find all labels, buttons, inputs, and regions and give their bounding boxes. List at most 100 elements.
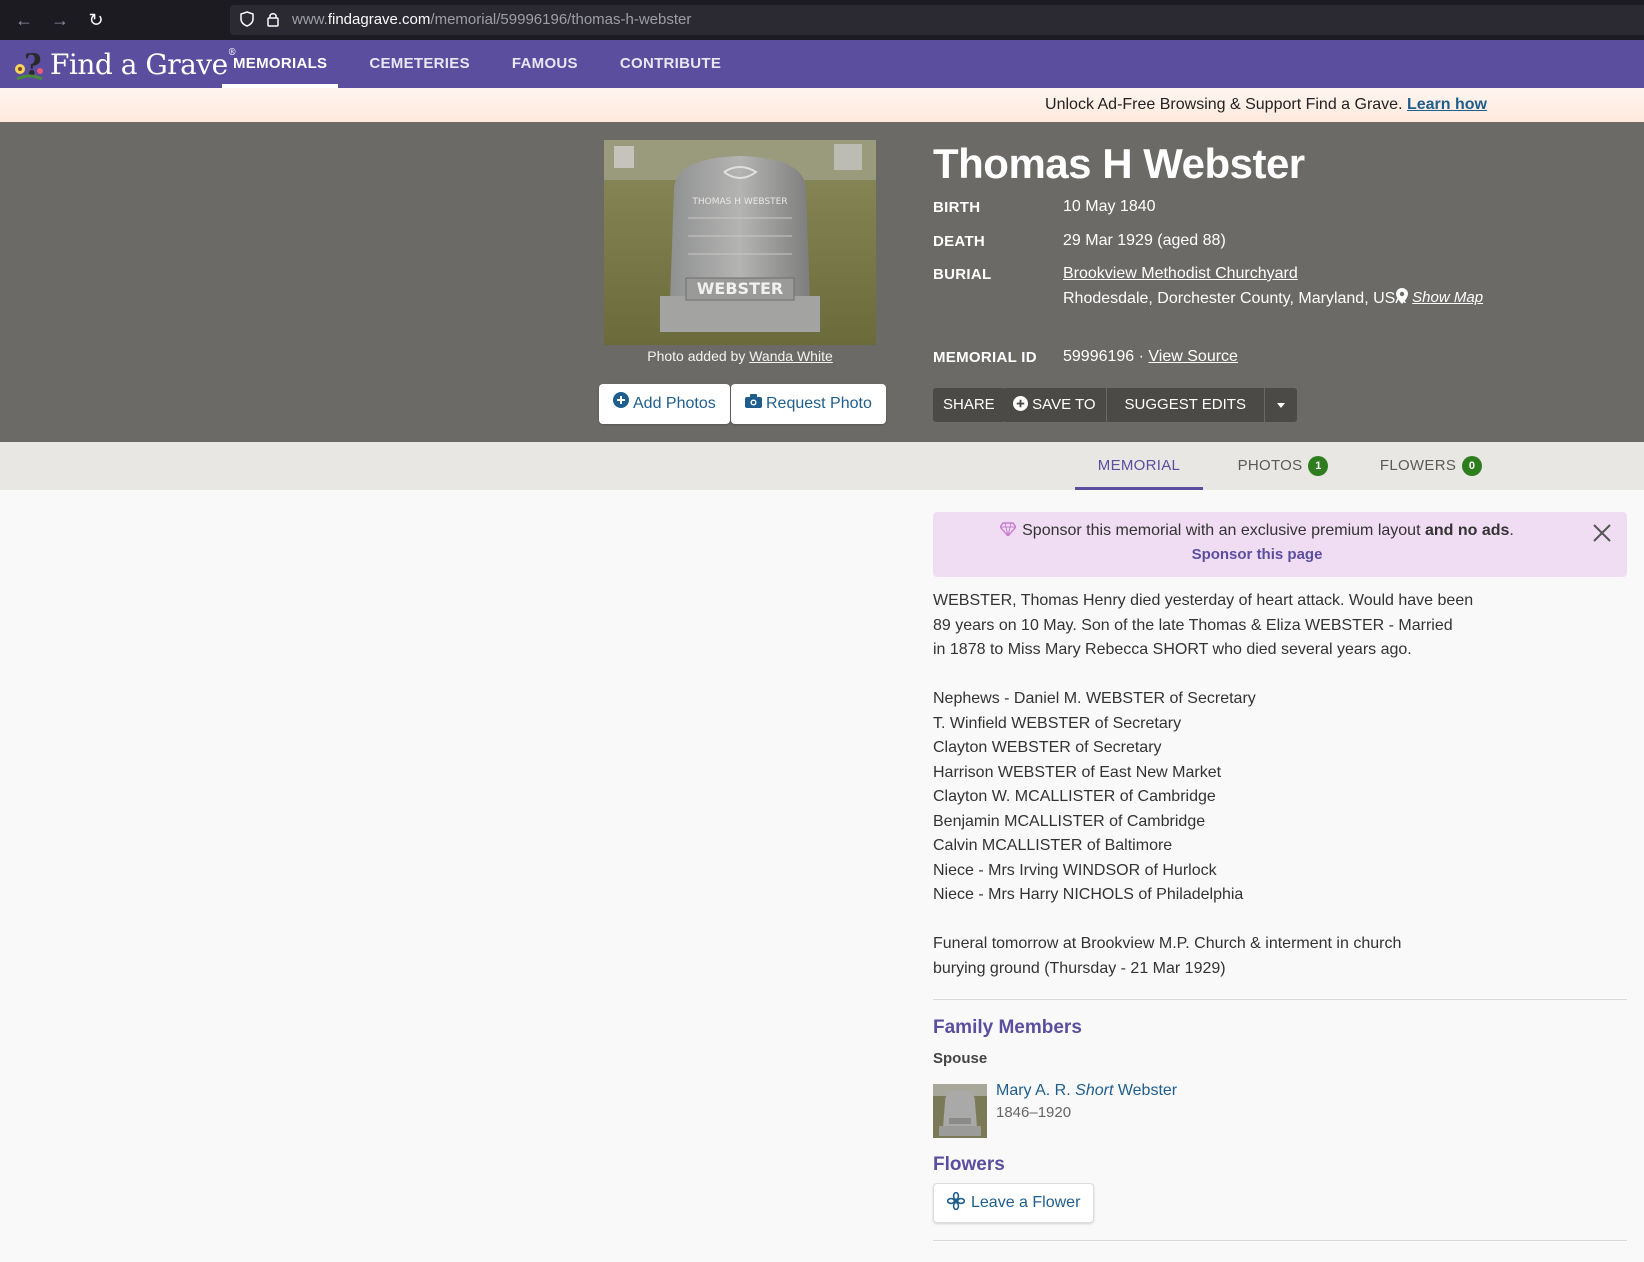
bio-line: Calvin MCALLISTER of Baltimore	[933, 837, 1173, 854]
bio-paragraph-2: Nephews - Daniel M. WEBSTER of Secretary…	[933, 687, 1533, 908]
sponsor-text: Sponsor this memorial with an exclusive …	[1022, 522, 1421, 539]
logo-flower-icon: ?	[12, 47, 46, 83]
stone-name-text: WEBSTER	[697, 279, 783, 298]
plus-circle-icon	[1013, 396, 1028, 413]
spouse-maiden-name: Short	[1075, 1082, 1114, 1099]
birth-date: 10 May 1840	[1063, 198, 1156, 215]
photo-contributor-link[interactable]: Wanda White	[749, 348, 833, 364]
memorial-actions: SAVE TO SUGGEST EDITS	[1003, 388, 1297, 422]
view-source-link[interactable]: View Source	[1148, 348, 1238, 365]
memorial-tabs: MEMORIAL PHOTOS 1 FLOWERS 0	[0, 442, 1644, 490]
cemetery-name: Brookview Methodist Churchyard	[1063, 265, 1298, 283]
divider	[933, 1240, 1627, 1241]
burial-location: Rhodesdale, Dorchester County, Maryland,…	[1063, 290, 1406, 307]
bio-line: Niece - Mrs Harry NICHOLS of Philadelphi…	[933, 886, 1244, 903]
url-path: /memorial/59996196/thomas-h-webster	[430, 11, 692, 28]
share-button[interactable]: SHARE	[933, 388, 1005, 422]
plus-circle-icon	[613, 384, 629, 424]
sponsor-message: Sponsor this memorial with an exclusive …	[933, 522, 1581, 540]
memorial-bio: WEBSTER, Thomas Henry died yesterday of …	[933, 589, 1533, 1006]
stone-top-text: THOMAS H WEBSTER	[691, 197, 787, 207]
leave-flower-button[interactable]: Leave a Flower	[933, 1183, 1095, 1223]
flowers-heading: Flowers	[933, 1154, 1005, 1175]
more-actions-dropdown[interactable]	[1265, 388, 1297, 422]
request-photo-button[interactable]: Request Photo	[731, 384, 886, 424]
camera-icon	[745, 384, 762, 424]
birth-label: BIRTH	[933, 199, 981, 216]
show-map-label: Show Map	[1412, 289, 1484, 306]
back-arrow-icon[interactable]: ←	[12, 8, 36, 32]
close-icon[interactable]	[1593, 524, 1611, 546]
main-nav: MEMORIALS CEMETERIES FAMOUS CONTRIBUTE	[222, 40, 752, 88]
tab-memorial[interactable]: MEMORIAL	[1075, 442, 1203, 490]
lock-icon[interactable]	[266, 11, 282, 29]
sponsor-page-link[interactable]: Sponsor this page	[933, 546, 1581, 563]
cemetery-link[interactable]: Brookview Methodist Churchyard	[1063, 265, 1298, 282]
address-bar[interactable]: www.findagrave.com/memorial/59996196/tho…	[230, 5, 1644, 35]
url-domain: findagrave.com	[327, 11, 431, 28]
photo-caption-prefix: Photo added by	[647, 348, 746, 364]
sponsor-period: .	[1509, 522, 1514, 539]
bio-line: Nephews - Daniel M. WEBSTER of Secretary	[933, 690, 1256, 707]
bio-line: 89 years on 10 May. Son of the late Thom…	[933, 616, 1453, 634]
tab-photos[interactable]: PHOTOS 1	[1222, 442, 1344, 490]
bio-line: T. Winfield WEBSTER of Secretary	[933, 714, 1182, 732]
death-label: DEATH	[933, 233, 986, 250]
photo-caption: Photo added by Wanda White	[604, 348, 876, 364]
spouse-first-name: Mary A. R.	[996, 1082, 1071, 1099]
spouse-name-link[interactable]: Mary A. R. Short Webster	[996, 1082, 1177, 1100]
save-to-button[interactable]: SAVE TO	[1003, 388, 1107, 422]
bio-line: Benjamin MCALLISTER of Cambridge	[933, 812, 1206, 830]
logo-text: Find a Grave	[50, 47, 228, 81]
bio-line: Clayton WEBSTER of Secretary	[933, 739, 1162, 756]
bio-line: Clayton W. MCALLISTER of Cambridge	[933, 788, 1216, 805]
promo-message: Unlock Ad-Free Browsing & Support Find a…	[1045, 96, 1403, 113]
bio-line: Niece - Mrs Irving WINDSOR of Hurlock	[933, 861, 1217, 879]
memorial-name: Thomas H Webster	[933, 140, 1305, 187]
url-text[interactable]: www.findagrave.com/memorial/59996196/tho…	[292, 11, 691, 28]
promo-text: Unlock Ad-Free Browsing & Support Find a…	[1045, 96, 1487, 114]
tab-photos-label: PHOTOS	[1237, 457, 1303, 474]
nav-memorials[interactable]: MEMORIALS	[222, 40, 339, 88]
bio-line: Harrison WEBSTER of East New Market	[933, 763, 1222, 781]
site-header: ? Find a Grave® MEMORIALS CEMETERIES FAM…	[0, 40, 1644, 88]
memorial-id-value: 59996196 ·	[1063, 348, 1144, 365]
bio-line: WEBSTER, Thomas Henry died yesterday of …	[933, 592, 1474, 609]
show-map-link[interactable]: Show Map	[1396, 288, 1483, 306]
add-photos-label: Add Photos	[633, 395, 716, 413]
shield-icon[interactable]	[240, 11, 256, 29]
spouse-dates: 1846–1920	[996, 1104, 1072, 1121]
flowers-count-badge: 0	[1462, 456, 1483, 477]
nav-cemeteries[interactable]: CEMETERIES	[358, 40, 481, 88]
divider	[933, 999, 1627, 1000]
leave-flower-label: Leave a Flower	[971, 1194, 1081, 1211]
family-members-heading: Family Members	[933, 1017, 1082, 1038]
sponsor-banner: Sponsor this memorial with an exclusive …	[933, 512, 1627, 577]
reload-icon[interactable]: ↻	[84, 8, 108, 32]
map-pin-icon	[1396, 288, 1408, 306]
nav-contribute[interactable]: CONTRIBUTE	[609, 40, 732, 88]
url-prefix: www.	[292, 11, 328, 28]
request-photo-label: Request Photo	[766, 395, 872, 413]
nav-famous[interactable]: FAMOUS	[501, 40, 589, 88]
memorial-id-label: MEMORIAL ID	[933, 349, 1037, 366]
photos-count-badge: 1	[1308, 456, 1329, 477]
bio-paragraph-1: WEBSTER, Thomas Henry died yesterday of …	[933, 589, 1533, 663]
tab-flowers[interactable]: FLOWERS 0	[1360, 442, 1502, 490]
add-photos-button[interactable]: Add Photos	[599, 384, 730, 424]
death-date: 29 Mar 1929 (aged 88)	[1063, 232, 1226, 249]
learn-how-link[interactable]: Learn how	[1407, 96, 1487, 113]
memorial-hero: WEBSTER THOMAS H WEBSTER Photo added by …	[0, 122, 1644, 442]
browser-toolbar: ← → ↻ www.findagrave.com/memorial/599961…	[0, 0, 1644, 40]
flower-icon	[946, 1191, 971, 1211]
promo-banner: Unlock Ad-Free Browsing & Support Find a…	[0, 88, 1644, 122]
site-logo[interactable]: ? Find a Grave®	[12, 44, 237, 84]
caret-down-icon	[1276, 396, 1285, 413]
spouse-thumbnail[interactable]	[933, 1084, 987, 1138]
forward-arrow-icon[interactable]: →	[48, 8, 72, 32]
suggest-edits-button[interactable]: SUGGEST EDITS	[1107, 388, 1265, 422]
headstone-photo[interactable]: WEBSTER THOMAS H WEBSTER	[604, 140, 876, 345]
sponsor-bold-text: and no ads	[1424, 522, 1510, 539]
spouse-label: Spouse	[933, 1050, 988, 1067]
memorial-id: 59996196 · View Source	[1063, 348, 1238, 366]
